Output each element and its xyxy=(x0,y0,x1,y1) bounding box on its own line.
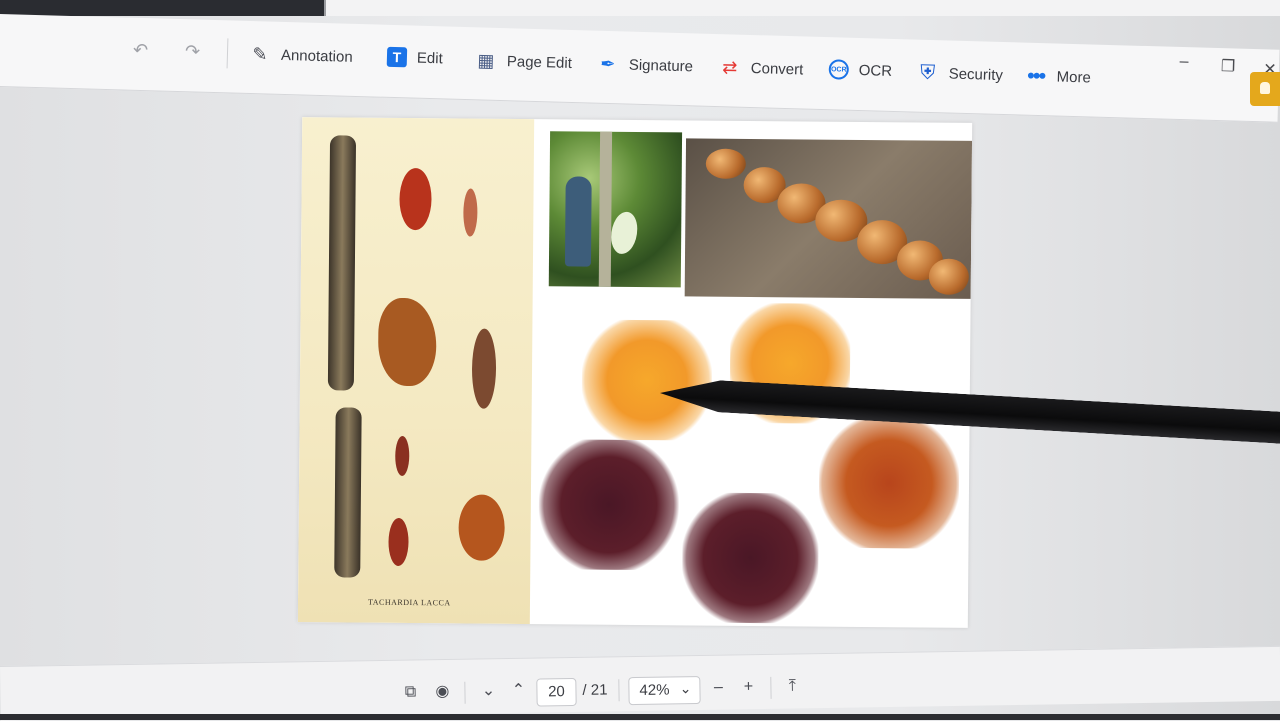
bar-divider xyxy=(618,679,620,702)
insect-illustration xyxy=(388,517,409,567)
ocr-button[interactable]: OCR OCR xyxy=(828,59,893,81)
bar-divider xyxy=(464,681,466,704)
security-button[interactable]: ⛨ Security xyxy=(916,61,1004,86)
eye-icon[interactable]: ◉ xyxy=(432,682,452,702)
security-label: Security xyxy=(948,65,1004,84)
more-dots-icon: ••• xyxy=(1026,62,1045,89)
insect-illustration xyxy=(399,167,432,231)
shellac-flakes-pile xyxy=(681,492,819,624)
forest-photo xyxy=(548,131,683,288)
more-button[interactable]: ••• More xyxy=(1024,62,1092,89)
page-edit-label: Page Edit xyxy=(506,52,573,72)
insect-illustration xyxy=(471,328,497,409)
redo-icon[interactable]: ↷ xyxy=(185,41,206,62)
edit-label: Edit xyxy=(416,49,444,67)
pen-icon: ✎ xyxy=(252,43,268,64)
lac-nodule xyxy=(928,258,970,295)
page-edit-button[interactable]: ▦ Page Edit xyxy=(475,49,573,74)
person-figure xyxy=(564,176,592,267)
lac-insect-illustration: TACHARDIA LACCA xyxy=(297,117,535,625)
convert-button[interactable]: ⇄ Convert xyxy=(718,56,804,80)
ocr-icon: OCR xyxy=(828,59,850,80)
shield-icon: ⛨ xyxy=(919,61,936,84)
upload-icon[interactable]: ⤒ xyxy=(782,676,802,696)
chevron-down-icon[interactable]: ⌄ xyxy=(478,681,498,701)
undo-icon[interactable]: ↶ xyxy=(133,40,154,61)
total-pages: / 21 xyxy=(582,681,608,699)
shellac-flakes-pile xyxy=(818,417,960,549)
title-strip xyxy=(0,0,1280,16)
zoom-out-button[interactable]: – xyxy=(708,678,728,698)
signature-pen-icon: ✒ xyxy=(600,53,616,74)
annotation-button[interactable]: ✎ Annotation xyxy=(249,43,353,68)
insect-illustration xyxy=(463,188,478,237)
user-avatar-badge[interactable] xyxy=(1250,72,1280,106)
zoom-select[interactable]: 42% ⌄ xyxy=(628,676,701,706)
grid-icon: ▦ xyxy=(477,49,495,71)
page-navigation-bar: ⧉ ◉ ⌄ ⌃ 20 / 21 42% ⌄ – + ⤒ xyxy=(0,645,1280,721)
lac-nodule xyxy=(705,148,746,179)
zoom-in-button[interactable]: + xyxy=(738,677,758,697)
minimize-button[interactable]: – xyxy=(1173,53,1196,76)
signature-button[interactable]: ✒ Signature xyxy=(597,53,694,78)
document-page: TACHARDIA LACCA xyxy=(297,117,973,628)
insect-illustration xyxy=(458,494,505,561)
ocr-label: OCR xyxy=(858,61,893,80)
chevron-up-icon[interactable]: ⌃ xyxy=(508,681,528,701)
tree-trunk xyxy=(598,131,613,287)
current-page-input[interactable]: 20 xyxy=(536,677,577,707)
text-edit-icon: T xyxy=(386,46,408,68)
encrusted-twig-illustration xyxy=(327,135,357,391)
encrusted-twig-illustration xyxy=(334,407,362,578)
bar-divider xyxy=(770,676,772,699)
annotation-label: Annotation xyxy=(280,46,353,66)
user-icon xyxy=(1260,82,1270,94)
convert-arrows-icon: ⇄ xyxy=(721,56,738,78)
plate-caption: TACHARDIA LACCA xyxy=(367,597,451,608)
window-tab-edge xyxy=(324,0,1280,16)
screen-bezel xyxy=(0,714,1280,720)
lac-branch-photo xyxy=(684,138,973,299)
more-label: More xyxy=(1056,68,1092,86)
edit-button[interactable]: T Edit xyxy=(386,46,444,69)
shellac-flakes-pile xyxy=(538,439,680,571)
chevron-down-icon: ⌄ xyxy=(679,680,692,697)
main-toolbar: ↶ ↷ ✎ Annotation T Edit ▦ Page Edit ✒ Si… xyxy=(0,14,1280,123)
convert-label: Convert xyxy=(750,59,804,78)
toolbar-divider xyxy=(226,38,229,69)
signature-label: Signature xyxy=(628,56,694,75)
insect-illustration xyxy=(377,297,437,387)
restore-button[interactable]: ❐ xyxy=(1217,56,1240,79)
zoom-value: 42% xyxy=(639,681,670,699)
fit-page-icon[interactable]: ⧉ xyxy=(400,682,420,702)
shellac-flakes-pile xyxy=(581,319,713,441)
leaf-shape xyxy=(611,211,638,255)
pdf-editor-window: ↶ ↷ ✎ Annotation T Edit ▦ Page Edit ✒ Si… xyxy=(0,0,1280,721)
insect-illustration xyxy=(395,435,410,477)
